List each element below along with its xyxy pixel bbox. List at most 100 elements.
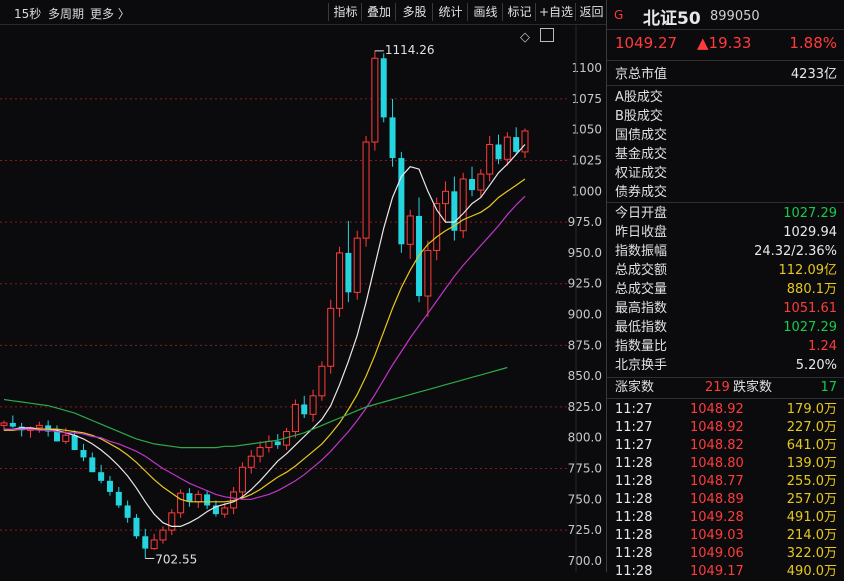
tick-volume: 491.0万 (786, 510, 837, 525)
kline-chart[interactable]: 1100 1075 1050 1025 1000 975.0 950.0 925.0 900.0… (0, 25, 606, 572)
tick-row: 11:27 1048.92 227.0万 (615, 418, 837, 437)
tick-price: 1049.03 (690, 528, 744, 543)
period-selector[interactable]: 15秒 (14, 5, 41, 22)
stat-label: 总成交量 (615, 282, 668, 297)
tick-volume: 322.0万 (786, 546, 837, 561)
candle-body (345, 252, 352, 293)
candle-body (353, 237, 361, 293)
tick-time: 11:28 (615, 528, 653, 543)
tick-volume: 179.0万 (786, 402, 837, 417)
tick-volume: 139.0万 (786, 456, 837, 471)
toolbar-button-1[interactable]: 叠加 (361, 3, 396, 21)
up-count-value: 219 (705, 380, 730, 395)
multi-period-button[interactable]: 多周期 (48, 5, 84, 22)
y-tick-label: 700.0 (568, 554, 602, 568)
breadth-row: 涨家数 219 跌家数 17 (615, 378, 837, 397)
price-change: ▲19.33 (697, 34, 752, 52)
low-annotation: 702.55 (155, 552, 197, 566)
turnover-label: 债券成交 (615, 185, 668, 200)
y-tick-label: 900.0 (568, 308, 602, 322)
y-tick-label: 750.0 (568, 492, 602, 506)
tick-row: 11:27 1048.82 641.0万 (615, 436, 837, 455)
candle-body (301, 404, 308, 415)
stat-label: 指数量比 (615, 339, 668, 354)
candle-body (35, 424, 43, 429)
y-tick-label: 850.0 (568, 369, 602, 383)
candle-body (336, 252, 344, 309)
candle-body (98, 472, 105, 481)
stat-label: 最高指数 (615, 301, 668, 316)
candle-body (459, 178, 467, 232)
tick-price: 1048.89 (690, 492, 744, 507)
tick-volume: 255.0万 (786, 474, 837, 489)
candle-body (221, 507, 229, 515)
maximize-icon[interactable] (540, 28, 554, 42)
chart-toolbar: 15秒 多周期 更多 〉 指标 叠加 多股 统计 画线 标记 +自选 返回 (0, 0, 606, 25)
toolbar-button-0[interactable]: 指标 (328, 3, 362, 21)
turnover-row: 基金成交 (615, 145, 837, 164)
market-cap-row: 京总市值 4233亿 (615, 65, 837, 84)
y-tick-label: 800.0 (568, 431, 602, 445)
candle-body (150, 539, 158, 550)
tick-price: 1048.82 (690, 438, 744, 453)
candle-body (115, 491, 122, 506)
candle-body (256, 447, 264, 457)
tick-row: 11:28 1049.28 491.0万 (615, 508, 837, 527)
turnover-label: A股成交 (615, 90, 663, 105)
up-count-label: 涨家数 (615, 380, 655, 395)
stat-row: 北京换手 5.20% (615, 356, 837, 375)
turnover-label: 权证成交 (615, 166, 668, 181)
tick-time: 11:27 (615, 420, 653, 435)
y-tick-label: 825.0 (568, 400, 602, 414)
stat-value: 112.09亿 (778, 263, 838, 278)
candle-body (398, 158, 405, 245)
kline-chart-svg[interactable]: 11001075105010251000975.0950.0925.0900.0… (0, 25, 606, 572)
tick-price: 1048.92 (690, 420, 744, 435)
turnover-label: B股成交 (615, 109, 663, 124)
tick-price: 1048.80 (690, 456, 744, 471)
turnover-row: 权证成交 (615, 164, 837, 183)
stock-badge: G (614, 8, 624, 22)
stat-label: 昨日收盘 (615, 225, 668, 240)
candle-body (371, 57, 379, 143)
tick-row: 11:28 1049.03 214.0万 (615, 526, 837, 545)
index-name: 北证50 (643, 9, 701, 29)
y-tick-label: 775.0 (568, 462, 602, 476)
stat-row: 昨日收盘 1029.94 (615, 223, 837, 242)
stat-row: 总成交量 880.1万 (615, 280, 837, 299)
y-tick-label: 875.0 (568, 338, 602, 352)
tick-time: 11:28 (615, 510, 653, 525)
stat-value: 1027.29 (783, 206, 837, 221)
more-menu[interactable]: 更多 〉 (90, 5, 130, 22)
candle-body (124, 505, 131, 518)
toolbar-button-6[interactable]: +自选 (535, 3, 576, 21)
candle-body (168, 512, 176, 531)
candle-body (204, 494, 211, 506)
candle-body (406, 215, 414, 245)
stat-label: 今日开盘 (615, 206, 668, 221)
turnover-row: 国债成交 (615, 126, 837, 145)
toolbar-button-3[interactable]: 统计 (432, 3, 468, 21)
turnover-row: 债券成交 (615, 183, 837, 202)
tick-price: 1049.06 (690, 546, 744, 561)
toolbar-button-5[interactable]: 标记 (502, 3, 536, 21)
y-tick-label: 925.0 (568, 277, 602, 291)
diamond-icon[interactable]: ◇ (520, 30, 530, 45)
candle-body (274, 441, 281, 446)
toolbar-button-4[interactable]: 画线 (467, 3, 503, 21)
candle-body (486, 144, 494, 175)
candle-body (380, 58, 387, 118)
candle-body (89, 457, 96, 473)
candle-body (194, 493, 202, 503)
turnover-row: A股成交 (615, 88, 837, 107)
toolbar-button-7[interactable]: 返回 (575, 3, 607, 21)
candle-body (389, 117, 396, 159)
toolbar-button-2[interactable]: 多股 (395, 3, 433, 21)
quote-panel: G 北证50 899050 1049.27 ▲19.33 1.88% 京总市值 … (606, 0, 844, 579)
candle-body (9, 422, 16, 427)
candle-body (53, 431, 60, 442)
last-price: 1049.27 (615, 34, 678, 52)
tick-price: 1048.77 (690, 474, 744, 489)
candle-body (159, 529, 167, 541)
tick-time: 11:27 (615, 402, 653, 417)
